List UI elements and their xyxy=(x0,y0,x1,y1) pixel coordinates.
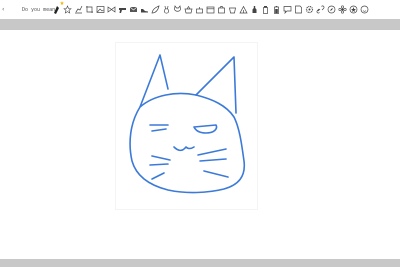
cake-icon xyxy=(196,7,203,14)
suggest-label: Do you mean: xyxy=(22,6,59,13)
bag-icon xyxy=(218,6,225,14)
cat-doodle xyxy=(129,54,246,194)
suggestion-basket-button[interactable] xyxy=(184,4,193,16)
right-whisker-3 xyxy=(203,170,229,178)
bowtie-icon xyxy=(107,6,116,13)
suggestion-paper-button[interactable] xyxy=(294,4,303,16)
suggestion-tent-button[interactable] xyxy=(239,4,248,16)
suggestion-pen-button[interactable] xyxy=(52,0,64,16)
mouth xyxy=(173,146,195,152)
crop-icon xyxy=(86,6,93,13)
gun-icon xyxy=(119,8,126,13)
rabbit-icon xyxy=(163,5,170,14)
suggestion-battery-button[interactable] xyxy=(272,4,281,16)
star-icon xyxy=(63,5,72,14)
suggestion-calendar-button[interactable] xyxy=(206,4,215,16)
suggestion-image-button[interactable] xyxy=(96,4,105,16)
paper-icon xyxy=(295,5,302,14)
suggestion-bowtie-button[interactable] xyxy=(107,4,116,16)
chat-icon xyxy=(283,6,292,14)
drawing-canvas[interactable] xyxy=(0,30,400,259)
drawing-frame[interactable] xyxy=(115,42,258,210)
right-whisker-1 xyxy=(197,148,227,156)
suggestion-chat-button[interactable] xyxy=(283,4,292,16)
compass-icon xyxy=(327,5,336,14)
image-icon xyxy=(96,6,105,13)
chevron-left-icon: ‹ xyxy=(2,6,5,13)
suggestion-gear-button[interactable] xyxy=(305,4,314,16)
shoe-icon xyxy=(141,9,148,13)
left-whisker-3 xyxy=(151,172,165,180)
calendar-icon xyxy=(206,6,215,14)
jar-icon xyxy=(263,6,268,14)
battery-icon xyxy=(274,6,279,14)
suggestion-compass-button[interactable] xyxy=(327,4,336,16)
suggestion-shoe-button[interactable] xyxy=(140,4,149,16)
flower-icon xyxy=(338,5,347,14)
suggestion-jar-button[interactable] xyxy=(261,4,270,16)
bucket-icon xyxy=(229,7,236,14)
smile-icon xyxy=(360,5,369,14)
left-whisker-1 xyxy=(151,155,171,161)
suggestion-bag-button[interactable] xyxy=(217,4,226,16)
suggestion-cat-button[interactable] xyxy=(173,4,182,16)
basket-icon xyxy=(184,5,193,14)
suggestion-list xyxy=(52,0,371,19)
suggestion-flower-button[interactable] xyxy=(338,4,347,16)
suggestion-mail-button[interactable] xyxy=(129,4,138,16)
bottle-icon xyxy=(252,6,257,13)
chart-icon xyxy=(75,5,83,14)
suggestion-cake-button[interactable] xyxy=(195,4,204,16)
suggestion-crop-button[interactable] xyxy=(85,4,94,16)
right-eye xyxy=(193,124,218,134)
suggestion-chart-button[interactable] xyxy=(74,4,83,16)
suggestion-badge-button[interactable] xyxy=(349,4,358,16)
right-whisker-2 xyxy=(199,158,227,162)
suggestion-leaf-button[interactable] xyxy=(151,4,160,16)
suggestion-bottle-button[interactable] xyxy=(250,4,259,16)
right-ear xyxy=(195,56,237,114)
suggestion-bucket-button[interactable] xyxy=(228,4,237,16)
suggestion-rabbit-button[interactable] xyxy=(162,4,171,16)
toolbar-toggle[interactable]: ‹ xyxy=(2,0,20,19)
suggestion-link-button[interactable] xyxy=(316,4,325,16)
suggestion-smile-button[interactable] xyxy=(360,4,369,16)
cat-icon xyxy=(174,5,181,12)
bottom-bar xyxy=(0,259,400,267)
suggestion-gun-button[interactable] xyxy=(118,4,127,16)
tent-icon xyxy=(239,5,248,14)
link-icon xyxy=(316,5,325,14)
left-eye xyxy=(149,124,169,132)
mail-icon xyxy=(129,6,138,12)
toolbar-divider xyxy=(0,19,400,30)
suggestion-toolbar: ‹ Do you mean: xyxy=(0,0,400,19)
cat-head-outline xyxy=(129,92,246,194)
gear-icon xyxy=(305,5,314,14)
left-whisker-2 xyxy=(149,163,169,166)
pen-icon xyxy=(54,6,59,14)
leaf-icon xyxy=(151,5,160,14)
suggestion-star-button[interactable] xyxy=(63,4,72,16)
badge-icon xyxy=(349,5,358,14)
